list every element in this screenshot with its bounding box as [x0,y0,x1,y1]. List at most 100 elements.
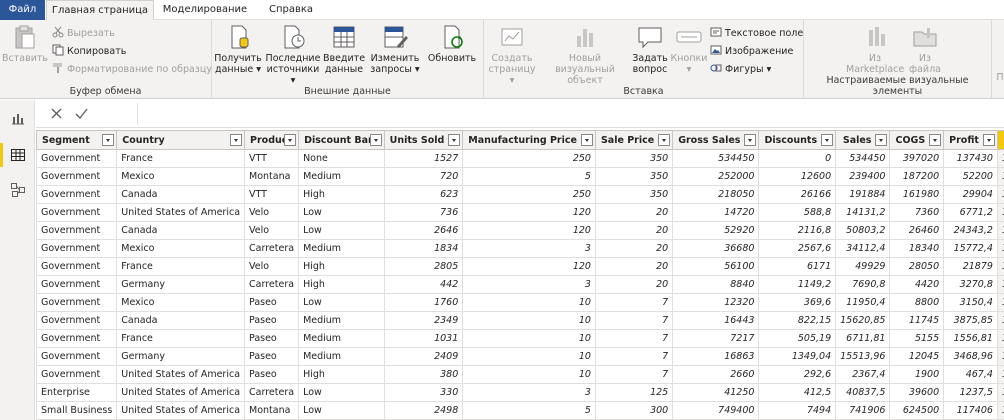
table-cell[interactable]: 7 [594,347,674,366]
table-cell[interactable]: 397020 [889,149,945,168]
table-cell[interactable]: 7 [594,329,674,348]
cut-off-button[interactable]: П [994,72,1004,83]
table-cell[interactable]: 117406 [943,401,998,420]
table-cell[interactable]: 12045 [889,347,945,366]
edit-queries-button[interactable]: Изменить запросы ▾ [368,24,422,75]
table-cell[interactable]: 24343,2 [943,221,998,240]
filter-dropdown-icon[interactable] [821,134,834,146]
table-cell[interactable]: 49929 [835,257,891,276]
table-cell[interactable]: Government [36,329,118,348]
table-cell[interactable]: Germany [116,347,246,366]
table-cell[interactable]: Medium [298,329,385,348]
column-header[interactable]: Profit [943,130,998,150]
table-cell[interactable]: Low [298,203,385,222]
column-header[interactable]: Discount Band [298,130,385,150]
table-cell[interactable]: 6171 [758,257,837,276]
table-cell[interactable]: VTT [244,149,300,168]
table-cell[interactable]: Low [298,293,385,312]
filter-dropdown-icon[interactable] [744,134,757,146]
table-cell[interactable]: 6711,81 [835,329,891,348]
filter-dropdown-icon[interactable] [102,134,115,146]
filter-dropdown-icon[interactable] [580,134,593,146]
table-cell[interactable]: 1 сентября 2013 г. [996,167,1004,186]
table-cell[interactable]: 534450 [835,149,891,168]
close-icon[interactable] [50,107,63,120]
table-cell[interactable]: France [116,329,246,348]
table-cell[interactable]: 7 [594,365,674,384]
table-cell[interactable]: 40837,5 [835,383,891,402]
table-cell[interactable]: 1 сентября 2013 г. [996,239,1004,258]
table-cell[interactable]: 1 сентября 2013 г. [996,311,1004,330]
table-cell[interactable]: 3150,4 [943,293,998,312]
filter-dropdown-icon[interactable] [875,134,888,146]
table-cell[interactable]: 34112,4 [835,239,891,258]
table-cell[interactable]: 3 [462,383,596,402]
table-cell[interactable]: 1 сентября 2013 г. [996,221,1004,240]
table-cell[interactable]: Government [36,365,118,384]
table-cell[interactable]: Mexico [116,239,246,258]
table-cell[interactable]: 15772,4 [943,239,998,258]
table-cell[interactable]: Medium [298,167,385,186]
column-header[interactable]: Sale Price [594,130,674,150]
filter-dropdown-icon[interactable] [929,134,942,146]
table-cell[interactable]: Government [36,203,118,222]
table-cell[interactable]: 7494 [758,401,837,420]
column-header[interactable]: Manufacturing Price [462,130,596,150]
column-header[interactable]: Product [244,130,300,150]
table-cell[interactable]: United States of America [116,383,246,402]
new-visual-button[interactable]: Новый визуальный объект [540,24,630,86]
table-cell[interactable]: High [298,257,385,276]
table-cell[interactable]: Government [36,347,118,366]
table-cell[interactable]: 4420 [889,275,945,294]
table-cell[interactable]: Paseo [244,293,300,312]
table-cell[interactable]: High [298,365,385,384]
table-cell[interactable]: 1349,04 [758,347,837,366]
table-cell[interactable]: Enterprise [36,383,118,402]
marketplace-button[interactable]: Из Marketplace [846,24,904,75]
table-cell[interactable]: 1149,2 [758,275,837,294]
table-cell[interactable]: 250 [462,149,596,168]
shapes-button[interactable]: Фигуры ▾ [710,61,771,78]
table-cell[interactable]: 2805 [383,257,464,276]
table-cell[interactable]: 1237,5 [943,383,998,402]
table-cell[interactable]: 3 [462,275,596,294]
table-cell[interactable]: 412,5 [758,383,837,402]
tab-help[interactable]: Справка [256,0,326,20]
table-cell[interactable]: 1 сентября 2013 г. [996,329,1004,348]
tab-file[interactable]: Файл [0,0,45,20]
table-cell[interactable]: Government [36,311,118,330]
column-header[interactable]: Discounts [758,130,837,150]
table-cell[interactable]: United States of America [116,203,246,222]
table-cell[interactable]: 1 сентября 2013 г. [996,401,1004,420]
table-cell[interactable]: 26460 [889,221,945,240]
table-cell[interactable]: 10 [462,365,596,384]
table-cell[interactable]: United States of America [116,401,246,420]
table-cell[interactable]: 16443 [672,311,760,330]
filter-dropdown-icon[interactable] [230,134,243,146]
table-cell[interactable]: 239400 [835,167,891,186]
formula-input[interactable] [140,103,1002,125]
table-cell[interactable]: Small Business [36,401,118,420]
table-cell[interactable]: Paseo [244,365,300,384]
table-cell[interactable]: 137430 [943,149,998,168]
table-cell[interactable]: 442 [383,275,464,294]
table-cell[interactable]: 330 [383,383,464,402]
filter-dropdown-icon[interactable] [448,134,461,146]
table-cell[interactable]: 1527 [383,149,464,168]
table-cell[interactable]: 11745 [889,311,945,330]
table-cell[interactable]: 5 [462,401,596,420]
table-cell[interactable]: 41250 [672,383,760,402]
table-cell[interactable]: 300 [594,401,674,420]
table-cell[interactable]: 2367,4 [835,365,891,384]
table-cell[interactable]: Medium [298,239,385,258]
table-cell[interactable]: 187200 [889,167,945,186]
table-cell[interactable]: Medium [298,347,385,366]
table-cell[interactable]: Government [36,293,118,312]
column-header[interactable]: Date [996,130,1004,150]
table-cell[interactable]: 14720 [672,203,760,222]
table-cell[interactable]: Paseo [244,311,300,330]
table-cell[interactable]: 120 [462,257,596,276]
copy-button[interactable]: Копировать [52,43,126,60]
table-cell[interactable]: 2349 [383,311,464,330]
cut-button[interactable]: Вырезать [52,25,115,42]
